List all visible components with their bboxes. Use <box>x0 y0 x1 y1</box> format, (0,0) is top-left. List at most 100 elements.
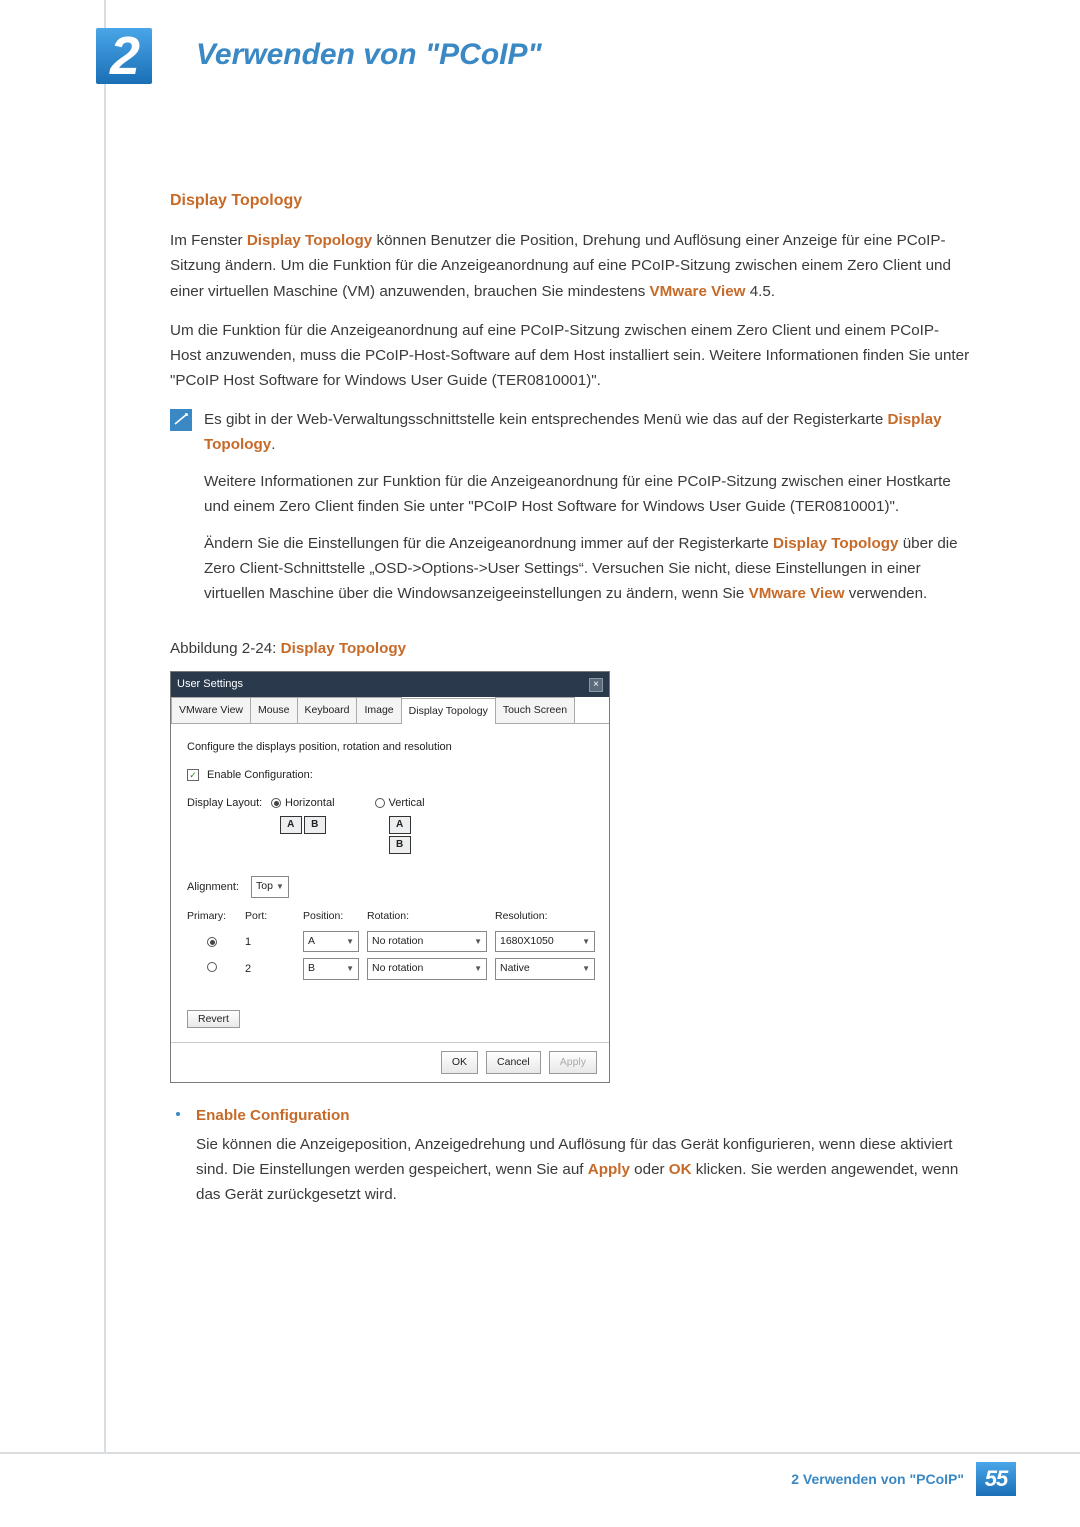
bullet-enable-configuration: Enable Configuration Sie können die Anze… <box>176 1103 970 1207</box>
page-footer: 2 Verwenden von "PCoIP" 55 <box>0 1452 1080 1502</box>
display-table-row-2: 2 B▼ No rotation▼ Native▼ <box>187 958 593 979</box>
dialog-footer: OK Cancel Apply <box>171 1042 609 1082</box>
content-area: Display Topology Im Fenster Display Topo… <box>170 188 970 1214</box>
primary-radio-2[interactable] <box>207 962 217 972</box>
header-position: Position: <box>303 908 359 925</box>
paragraph-1: Im Fenster Display Topology können Benut… <box>170 228 970 303</box>
display-layout-row: Display Layout: Horizontal A B Vertical … <box>187 794 593 866</box>
layout-vertical-label: Vertical <box>389 794 425 812</box>
alignment-value: Top <box>256 878 273 895</box>
rotation-select-2[interactable]: No rotation▼ <box>367 958 487 979</box>
primary-radio-1[interactable] <box>207 937 217 947</box>
p1-term-vmware-view: VMware View <box>650 283 746 300</box>
page-number: 55 <box>976 1462 1016 1496</box>
vertical-preview: A B <box>389 816 411 854</box>
bullet-term-apply: Apply <box>588 1161 630 1178</box>
note-block: Es gibt in der Web-Verwaltungsschnittste… <box>170 407 970 619</box>
p1-term-display-topology: Display Topology <box>247 232 372 249</box>
tab-touch-screen[interactable]: Touch Screen <box>495 697 575 723</box>
resolution-select-1[interactable]: 1680X1050▼ <box>495 931 595 952</box>
chevron-down-icon: ▼ <box>346 962 354 975</box>
layout-horizontal-option: Horizontal A B <box>271 794 335 834</box>
layout-vertical-radio[interactable] <box>375 798 385 808</box>
chevron-down-icon: ▼ <box>276 880 284 893</box>
enable-config-checkbox[interactable]: ✓ <box>187 769 199 781</box>
position-select-1[interactable]: A▼ <box>303 931 359 952</box>
note3-term-topology: Display Topology <box>773 535 898 552</box>
note1-a: Es gibt in der Web-Verwaltungsschnittste… <box>204 411 888 428</box>
chapter-number-badge: 2 <box>96 28 152 84</box>
display-box-a: A <box>280 816 302 834</box>
note-body: Es gibt in der Web-Verwaltungsschnittste… <box>204 407 970 619</box>
bullet-icon <box>176 1112 180 1116</box>
chapter-title: Verwenden von "PCoIP" <box>196 38 542 72</box>
display-layout-label: Display Layout: <box>187 794 263 812</box>
display-box-a-v: A <box>389 816 411 834</box>
note3-e: verwenden. <box>845 585 928 602</box>
apply-button[interactable]: Apply <box>549 1051 597 1074</box>
rotation-select-1[interactable]: No rotation▼ <box>367 931 487 952</box>
bullet-term-ok: OK <box>669 1161 692 1178</box>
p1-text-a: Im Fenster <box>170 232 247 249</box>
cancel-button[interactable]: Cancel <box>486 1051 541 1074</box>
note1-c: . <box>271 436 275 453</box>
enable-config-row: ✓ Enable Configuration: <box>187 766 593 784</box>
alignment-row: Alignment: Top▼ <box>187 876 593 897</box>
dialog-title-text: User Settings <box>177 675 243 693</box>
bullet-heading: Enable Configuration <box>196 1103 970 1128</box>
section-heading: Display Topology <box>170 188 970 214</box>
dialog-tabs: VMware View Mouse Keyboard Image Display… <box>171 697 609 724</box>
sidebar-divider <box>104 0 106 1452</box>
display-table-row-1: 1 A▼ No rotation▼ 1680X1050▼ <box>187 931 593 952</box>
chevron-down-icon: ▼ <box>582 935 590 948</box>
chevron-down-icon: ▼ <box>582 962 590 975</box>
note-para-3: Ändern Sie die Einstellungen für die Anz… <box>204 531 970 606</box>
tab-keyboard[interactable]: Keyboard <box>297 697 358 723</box>
port-1: 1 <box>245 933 295 951</box>
tab-image[interactable]: Image <box>356 697 401 723</box>
paragraph-2: Um die Funktion für die Anzeigeanordnung… <box>170 318 970 393</box>
display-box-b: B <box>304 816 326 834</box>
footer-right: 2 Verwenden von "PCoIP" 55 <box>791 1462 1016 1496</box>
tab-display-topology[interactable]: Display Topology <box>401 698 496 724</box>
bullet-body: Enable Configuration Sie können die Anze… <box>196 1103 970 1207</box>
note3-a: Ändern Sie die Einstellungen für die Anz… <box>204 535 773 552</box>
note3-term-vmware: VMware View <box>749 585 845 602</box>
alignment-select[interactable]: Top▼ <box>251 876 289 897</box>
header-rotation: Rotation: <box>367 908 487 925</box>
header-port: Port: <box>245 908 295 925</box>
horizontal-preview: A B <box>280 816 326 834</box>
header-primary: Primary: <box>187 908 237 925</box>
header-resolution: Resolution: <box>495 908 595 925</box>
chevron-down-icon: ▼ <box>474 962 482 975</box>
layout-horizontal-radio[interactable] <box>271 798 281 808</box>
port-2: 2 <box>245 960 295 978</box>
note-icon <box>170 409 192 431</box>
tab-mouse[interactable]: Mouse <box>250 697 298 723</box>
p1-text-e: 4.5. <box>745 283 775 300</box>
figure-caption: Abbildung 2-24: Display Topology <box>170 636 970 661</box>
footer-chapter-label: 2 Verwenden von "PCoIP" <box>791 1471 964 1487</box>
enable-config-label: Enable Configuration: <box>207 766 313 784</box>
chevron-down-icon: ▼ <box>474 935 482 948</box>
chevron-down-icon: ▼ <box>346 935 354 948</box>
ok-button[interactable]: OK <box>441 1051 478 1074</box>
revert-button[interactable]: Revert <box>187 1010 240 1028</box>
user-settings-dialog: User Settings × VMware View Mouse Keyboa… <box>170 671 610 1083</box>
note-para-2: Weitere Informationen zur Funktion für d… <box>204 469 970 519</box>
alignment-label: Alignment: <box>187 878 243 896</box>
layout-horizontal-label: Horizontal <box>285 794 335 812</box>
dialog-titlebar: User Settings × <box>171 672 609 696</box>
config-description: Configure the displays position, rotatio… <box>187 738 593 756</box>
figure-prefix: Abbildung 2-24: <box>170 640 281 657</box>
resolution-select-2[interactable]: Native▼ <box>495 958 595 979</box>
position-select-2[interactable]: B▼ <box>303 958 359 979</box>
figure-name: Display Topology <box>281 640 406 657</box>
layout-vertical-option: Vertical A B <box>375 794 425 854</box>
close-icon[interactable]: × <box>589 678 603 692</box>
tab-vmware-view[interactable]: VMware View <box>171 697 251 723</box>
note-para-1: Es gibt in der Web-Verwaltungsschnittste… <box>204 407 970 457</box>
display-box-b-v: B <box>389 836 411 854</box>
bullet-text: Sie können die Anzeigeposition, Anzeiged… <box>196 1132 970 1207</box>
dialog-body: Configure the displays position, rotatio… <box>171 724 609 1042</box>
